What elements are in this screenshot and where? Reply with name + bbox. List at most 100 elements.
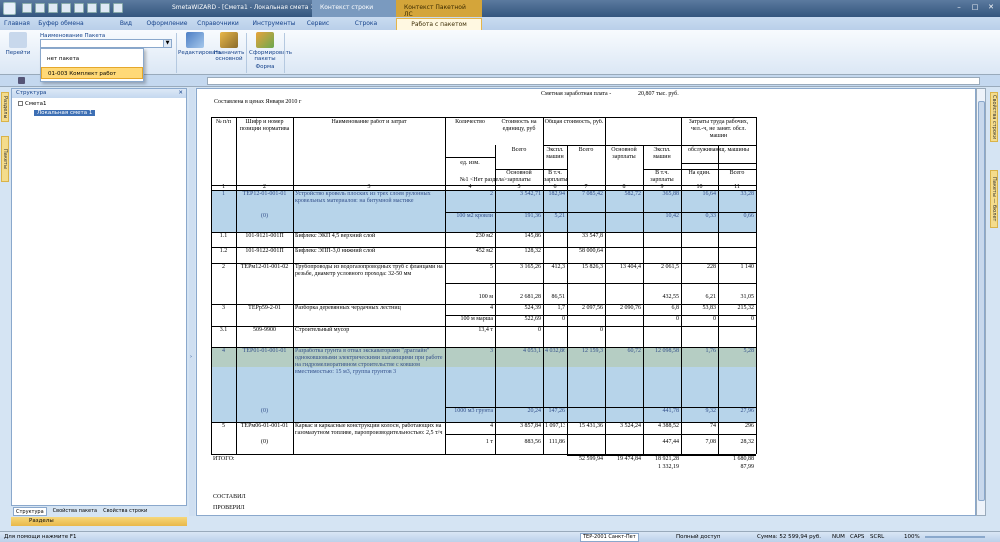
tree-root[interactable]: Смета1 [18, 101, 46, 107]
window-title: SmetaWIZARD - [Смета1 - Локальная смета … [172, 4, 317, 11]
cell-code: (0) [261, 408, 268, 414]
cell-c7: 33 547,8 [582, 233, 603, 239]
sections-bar[interactable]: Разделы [11, 517, 187, 526]
save-icon[interactable] [48, 3, 58, 13]
collapse-icon[interactable] [18, 101, 23, 106]
formula-bar[interactable] [207, 77, 980, 85]
cell-c6: 1,7 [557, 305, 566, 311]
cell-c8: 3 524,24 [620, 423, 641, 429]
header-expl-2: Экспл. машин [653, 147, 671, 160]
header-labor: Затраты труда рабочих, чел.-ч, не занят.… [688, 119, 749, 139]
assign-main-button[interactable]: Назначить основной [213, 32, 245, 62]
cell-code: (0) [261, 213, 268, 219]
print-icon[interactable] [87, 3, 97, 13]
total-c11b: 87,99 [740, 464, 755, 470]
side-tab-sections[interactable]: Разделы [1, 92, 9, 122]
cell-c5: 3 857,84 [520, 423, 541, 429]
chevron-down-icon[interactable]: ▼ [163, 40, 171, 47]
tab-clipboard[interactable]: Буфер обмена [38, 18, 84, 30]
grid-line [567, 190, 568, 454]
cell-c6: 86,51 [551, 294, 566, 300]
cell-c10: 9,32 [705, 408, 717, 414]
dropdown-item-none[interactable]: нет пакета [41, 53, 143, 65]
go-button[interactable]: Перейти [4, 32, 32, 56]
grid-line [543, 190, 544, 454]
grid-line [293, 190, 294, 454]
cell-c5: 883,56 [524, 439, 542, 445]
tab-service[interactable]: Сервис [305, 18, 331, 30]
splitter[interactable]: › [189, 88, 195, 516]
cell-n: 4 [222, 348, 225, 354]
edit-button[interactable]: Редактировать [178, 32, 222, 56]
cell-c9: 6,8 [671, 305, 680, 311]
header-name: Наименование работ и затрат [331, 119, 407, 125]
form-packages-button[interactable]: Сформировать пакеты [249, 32, 292, 62]
undo-icon[interactable] [61, 3, 71, 13]
minimize-icon[interactable]: – [952, 2, 966, 13]
app-logo-icon[interactable] [3, 2, 16, 15]
tree-root-label: Смета1 [25, 101, 47, 107]
scroll-thumb[interactable] [978, 101, 985, 501]
column-number: 6 [553, 184, 557, 190]
package-dropdown: нет пакета 01-003 Комплект работ [40, 48, 144, 82]
cell-n: 1 [222, 191, 225, 197]
status-database[interactable]: ТЕР-2001 Санкт-Пет [580, 533, 639, 542]
cell-c10: 7,08 [705, 439, 717, 445]
side-tab-row-props[interactable]: Свойства строки [990, 92, 998, 142]
tab-view[interactable]: Вид [118, 18, 134, 30]
cell-c5: 522,69 [524, 316, 542, 322]
cell-c6: 0 [562, 316, 565, 322]
chevron-right-icon[interactable]: › [190, 354, 192, 360]
zoom-slider[interactable] [925, 536, 985, 538]
dropdown-item-package[interactable]: 01-003 Комплект работ [41, 67, 143, 79]
side-tab-packages[interactable]: Пакеты [1, 136, 9, 182]
tab-row[interactable]: Строка [352, 18, 380, 30]
panel-tab-package-props[interactable]: Свойства пакета [53, 507, 97, 516]
column-number: 2 [263, 184, 266, 190]
cell-qty: 100 м2 кровли [456, 213, 493, 219]
open-icon[interactable] [35, 3, 45, 13]
tree-item-local-estimate[interactable]: Локальная смета 1 [34, 110, 96, 116]
pin-icon[interactable] [18, 77, 25, 84]
panel-tab-structure[interactable]: Структура [13, 507, 47, 516]
cell-code: ТЕРр59-2-01 [248, 305, 281, 311]
panel-tab-row-props[interactable]: Свойства строки [103, 507, 147, 516]
cell-c11: 27,96 [740, 408, 755, 414]
header-base: Основной зарплаты [611, 147, 637, 160]
redo-icon[interactable] [74, 3, 84, 13]
header-expl: Экспл. машин [546, 147, 564, 160]
preview-icon[interactable] [100, 3, 110, 13]
context-tab-row: Контекст строки [312, 0, 396, 17]
close-icon[interactable]: ✕ [984, 2, 998, 13]
status-bar: Для помощи нажмите F1 ТЕР-2001 Санкт-Пет… [0, 531, 1000, 542]
tab-references[interactable]: Справочники [196, 18, 240, 30]
status-scrl: SCRL [870, 534, 885, 540]
tab-home[interactable]: Главная [4, 18, 30, 30]
cell-c5: 0 [538, 327, 541, 333]
vertical-scrollbar[interactable] [976, 88, 986, 516]
customize-icon[interactable] [113, 3, 123, 13]
cell-qty: 1 т [485, 439, 493, 445]
context-tab-package: Контекст Пакетной ЛС [396, 0, 482, 18]
grid-line [543, 145, 681, 146]
cell-c11: 215,32 [737, 305, 755, 311]
cell-c8: 582,72 [624, 191, 642, 197]
column-number: 10 [696, 184, 703, 190]
section-title: №1 <Нет раздела> [459, 177, 508, 183]
close-icon[interactable]: ✕ [178, 89, 183, 98]
cell-qty: 3 [490, 348, 493, 354]
tab-package[interactable]: Работа с пакетом [396, 18, 482, 30]
cell-c9: 4 388,52 [658, 423, 679, 429]
total-c11a: 1 680,88 [733, 456, 754, 462]
estimate-document: Сметная заработная плата - 20,807 тыс. р… [196, 88, 976, 516]
total-c9a: 18 921,28 [655, 456, 679, 462]
cell-code: 101-9121-001П [245, 233, 284, 239]
side-tab-packages-right[interactable]: Пакеты — бюлет [990, 170, 998, 228]
tab-tools[interactable]: Инструменты [252, 18, 296, 30]
tab-format[interactable]: Оформление [146, 18, 188, 30]
maximize-icon[interactable]: □ [968, 2, 982, 13]
package-box-icon [256, 32, 274, 48]
new-icon[interactable] [22, 3, 32, 13]
package-combo[interactable]: ▼ [40, 39, 172, 48]
cell-qty: 2 [490, 191, 493, 197]
